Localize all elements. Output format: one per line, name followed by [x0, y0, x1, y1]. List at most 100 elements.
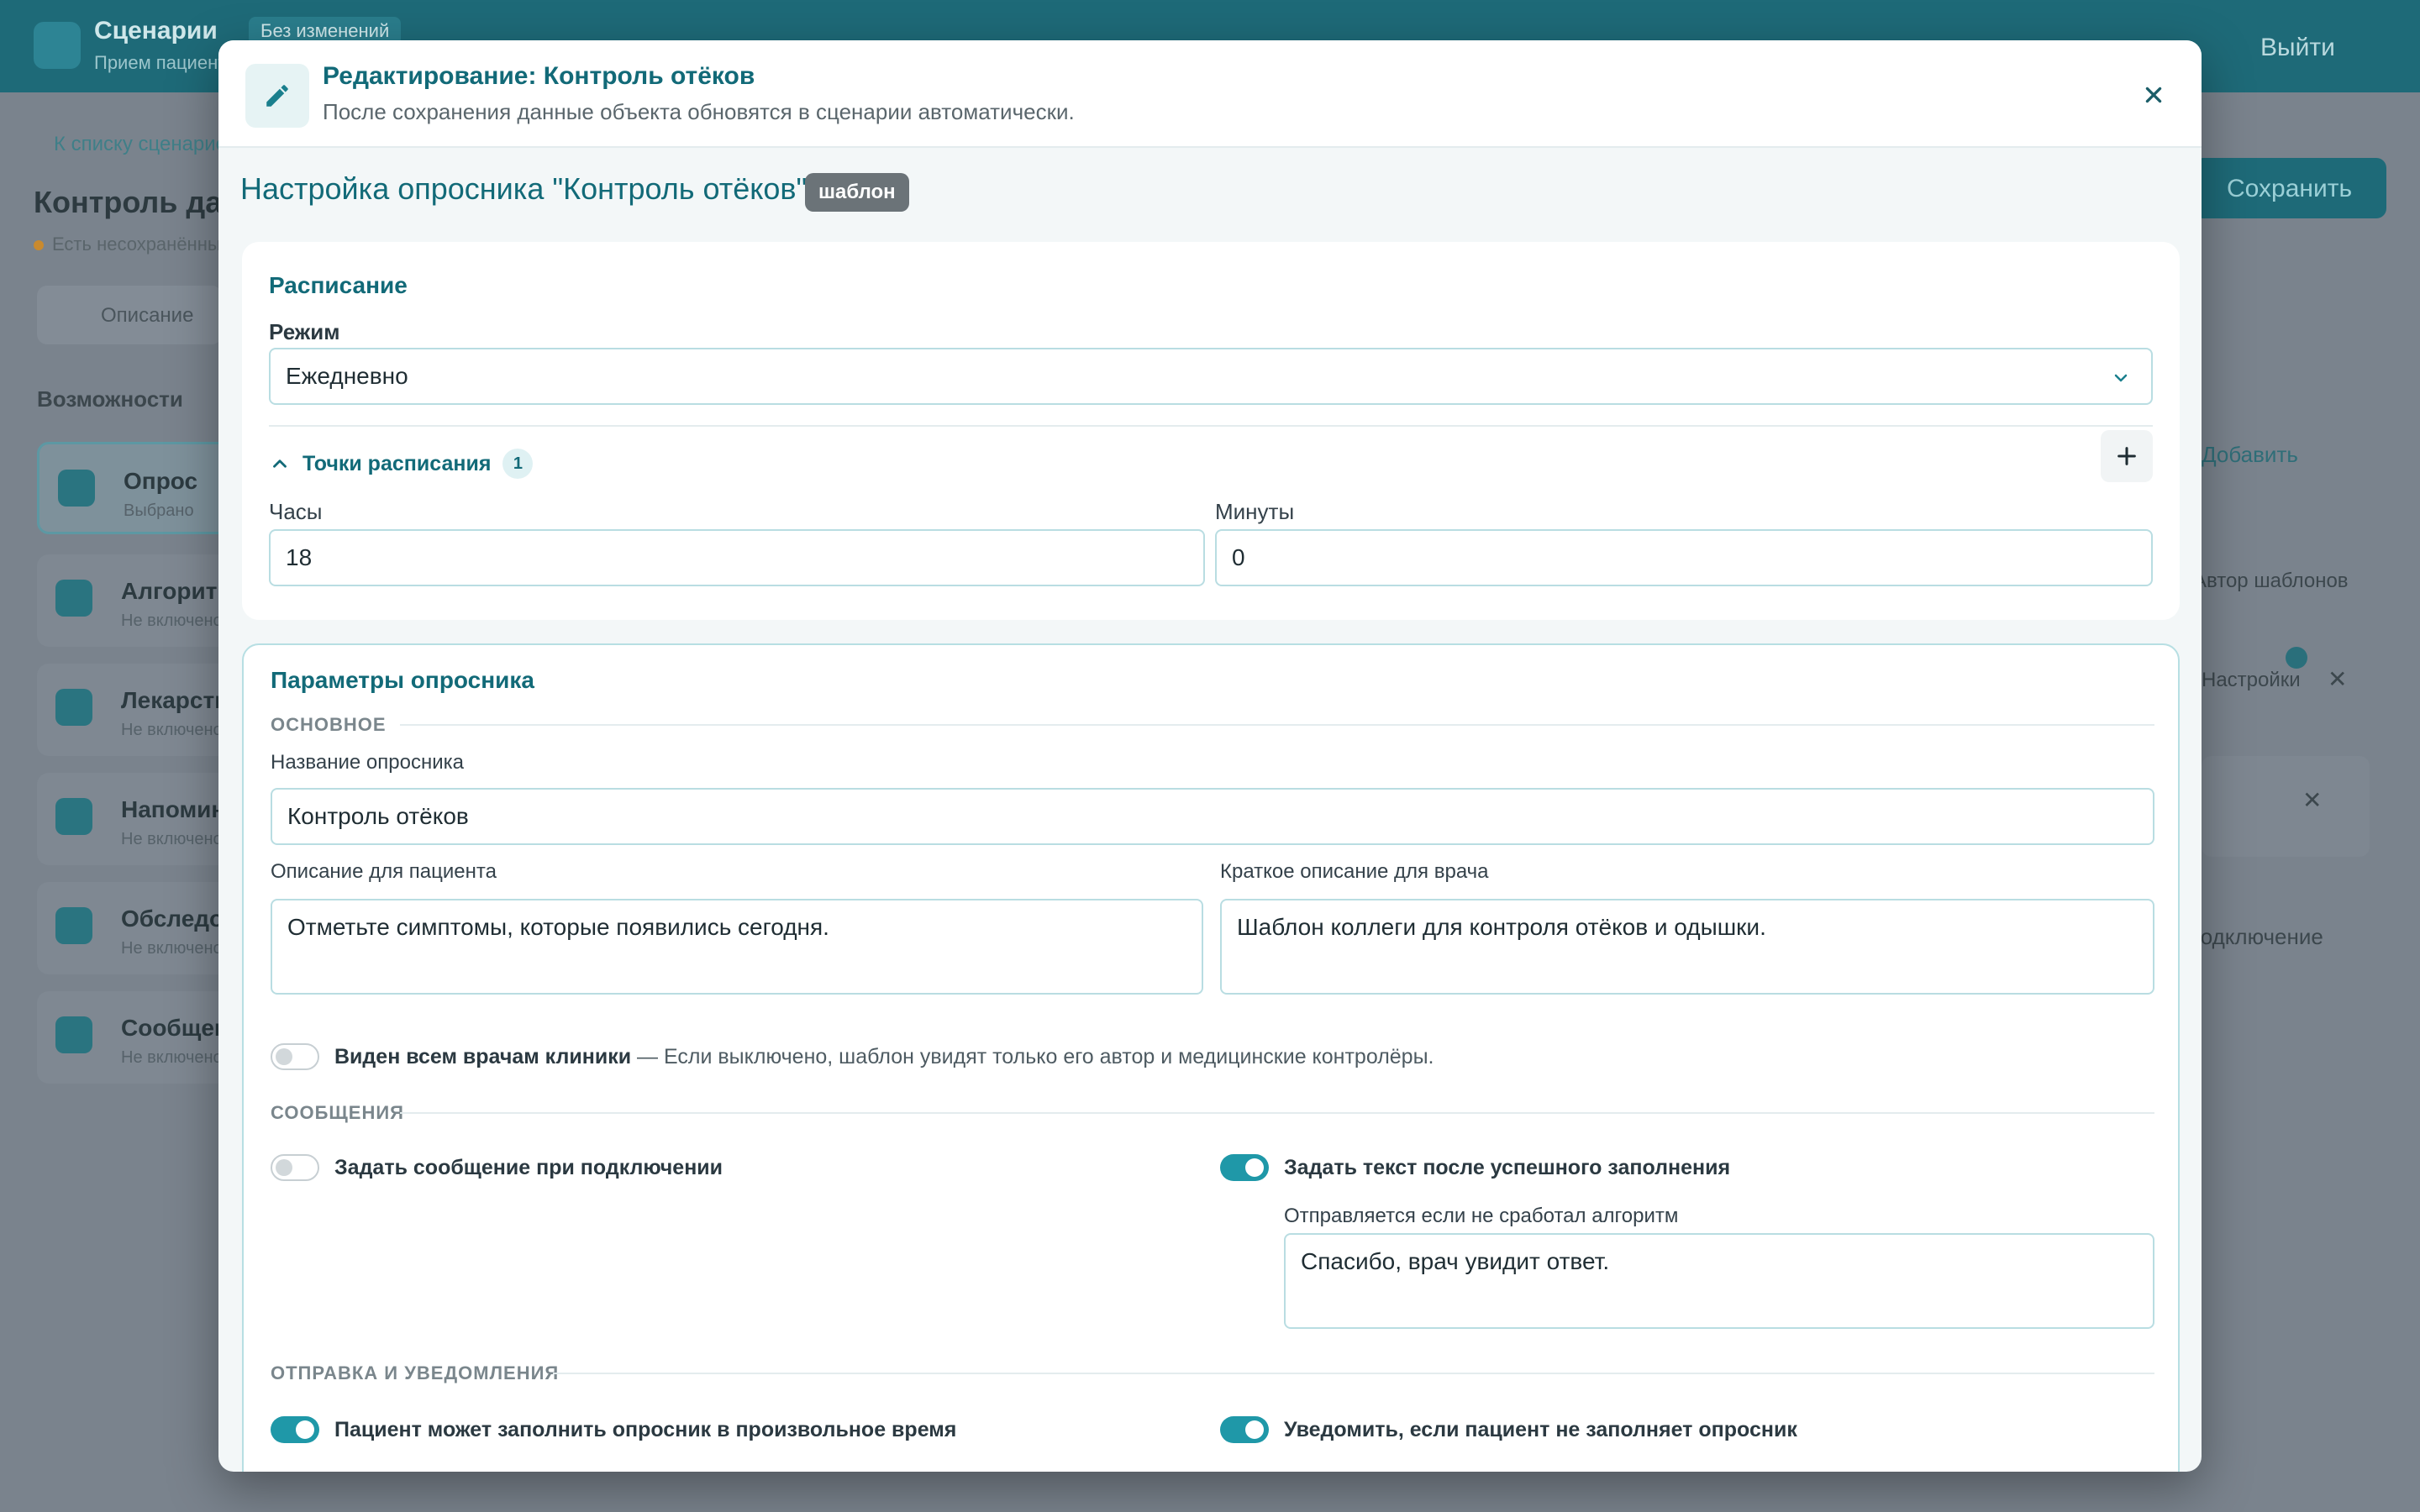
survey-name-value: Контроль отёков — [287, 803, 469, 829]
anytime-fill-toggle[interactable] — [271, 1416, 319, 1443]
feature-card-reminders[interactable]: Напоминания Не включено — [37, 773, 281, 865]
clipboard-icon — [55, 907, 92, 944]
page-title: Контроль дав — [34, 185, 241, 219]
section-messages: СООБЩЕНИЯ — [271, 1102, 404, 1123]
notify-not-filled-toggle[interactable] — [1220, 1416, 1269, 1443]
survey-name-input[interactable]: Контроль отёков — [271, 788, 2154, 845]
after-fill-textarea[interactable]: Спасибо, врач увидит ответ. — [1284, 1233, 2154, 1329]
notify-not-filled-label: Уведомить, если пациент не заполняет опр… — [1284, 1418, 1797, 1441]
minutes-value: 0 — [1232, 544, 1245, 570]
minutes-input[interactable]: 0 — [1215, 529, 2153, 586]
feature-card-title: Алгоритм — [121, 578, 235, 604]
template-author-link[interactable]: Автор шаблонов — [2193, 570, 2349, 593]
divider — [400, 1112, 2154, 1114]
save-button[interactable]: Сохранить — [2193, 158, 2386, 218]
feature-card-status: Не включено — [121, 939, 223, 958]
feature-card-title: Опрос — [124, 468, 198, 494]
feature-card-status: Не включено — [121, 612, 223, 630]
pill-icon — [55, 689, 92, 726]
params-title: Параметры опросника — [271, 667, 534, 693]
schedule-card: Расписание Режим Ежедневно Точки расписа… — [242, 242, 2180, 620]
hours-value: 18 — [286, 544, 313, 570]
connect-message-toggle[interactable] — [271, 1154, 319, 1181]
close-icon[interactable] — [2133, 74, 2175, 116]
chevron-up-icon — [273, 459, 287, 468]
logout-button[interactable]: Выйти — [2260, 34, 2335, 62]
feature-card-medications[interactable]: Лекарства Не включено — [37, 664, 242, 756]
pencil-icon — [245, 64, 309, 128]
feature-card-algorithm[interactable]: Алгоритм Не включено — [37, 554, 234, 647]
schedule-title: Расписание — [269, 272, 408, 298]
feature-card-survey[interactable]: Опрос Выбрано — [37, 442, 230, 534]
algorithm-icon — [55, 580, 92, 617]
feature-card-status: Выбрано — [124, 501, 194, 520]
modal-title: Редактирование: Контроль отёков — [323, 62, 755, 90]
section-notifications: ОТПРАВКА И УВЕДОМЛЕНИЯ — [271, 1362, 560, 1383]
bell-icon — [55, 798, 92, 835]
mode-label: Режим — [269, 319, 340, 344]
feature-card-status: Не включено — [121, 830, 223, 848]
plus-icon — [2118, 447, 2136, 465]
tab-description[interactable]: Описание — [37, 286, 222, 344]
modal-subtitle: После сохранения данные объекта обновятс… — [323, 99, 1075, 124]
hours-label: Часы — [269, 499, 323, 524]
survey-params-card: Параметры опросника ОСНОВНОЕ Название оп… — [242, 643, 2180, 1472]
template-badge: шаблон — [805, 173, 909, 212]
divider — [553, 1373, 2154, 1374]
after-fill-text-toggle[interactable] — [1220, 1154, 1269, 1181]
after-fill-value: Спасибо, врач увидит ответ. — [1301, 1248, 1610, 1274]
schedule-points-label: Точки расписания — [302, 451, 492, 475]
feature-card-status: Не включено — [121, 721, 223, 739]
chat-icon — [55, 1016, 92, 1053]
patient-description-value: Отметьте симптомы, которые появились сег… — [287, 914, 829, 940]
warning-dot-icon — [34, 240, 44, 250]
toggle-knob — [296, 1420, 314, 1439]
survey-name-label: Название опросника — [271, 751, 464, 774]
minutes-label: Минуты — [1215, 499, 1295, 524]
visible-to-all-description: — Если выключено, шаблон увидят только е… — [631, 1045, 1434, 1068]
config-title: Настройка опросника "Контроль отёков" — [240, 171, 808, 206]
back-link[interactable]: К списку сценариев — [54, 133, 238, 156]
toggle-knob — [1245, 1158, 1264, 1177]
patient-description-textarea[interactable]: Отметьте симптомы, которые появились сег… — [271, 899, 1203, 995]
visible-to-all-label: Виден всем врачам клиники — [334, 1045, 632, 1068]
notification-badge — [2286, 647, 2307, 669]
modal-header: Редактирование: Контроль отёков После со… — [218, 40, 2202, 148]
settings-link[interactable]: Настройки — [2202, 669, 2301, 692]
connect-message-label: Задать сообщение при подключении — [334, 1156, 723, 1179]
divider — [400, 724, 2154, 726]
patient-description-label: Описание для пациента — [271, 860, 497, 883]
visible-to-all-row: Виден всем врачам клиники — Если выключе… — [334, 1045, 1434, 1069]
hours-input[interactable]: 18 — [269, 529, 1205, 586]
connection-label: Подключение — [2185, 924, 2323, 949]
close-icon[interactable]: ✕ — [2328, 665, 2347, 693]
right-panel-card — [2202, 756, 2370, 857]
mode-value: Ежедневно — [286, 363, 408, 389]
add-button[interactable]: Добавить — [2202, 442, 2298, 468]
feature-card-status: Не включено — [121, 1048, 223, 1067]
app-title: Сценарии — [94, 17, 218, 45]
feature-card-messages[interactable]: Сообщения Не включено — [37, 991, 256, 1084]
after-fill-hint: Отправляется если не сработал алгоритм — [1284, 1205, 1679, 1227]
schedule-points-count: 1 — [502, 449, 534, 479]
doctor-description-value: Шаблон коллеги для контроля отёков и оды… — [1237, 914, 1766, 940]
edit-modal: Редактирование: Контроль отёков После со… — [218, 40, 2202, 1472]
toggle-knob — [1245, 1420, 1264, 1439]
features-heading: Возможности — [37, 386, 183, 412]
feature-card-exams[interactable]: Обследования Не включено — [37, 882, 293, 974]
chevron-down-icon — [2114, 374, 2128, 382]
visible-to-all-toggle[interactable] — [271, 1043, 319, 1070]
schedule-points-toggle[interactable]: Точки расписания 1 — [269, 449, 534, 479]
app-logo — [34, 22, 81, 69]
toggle-knob — [276, 1159, 292, 1176]
doctor-description-textarea[interactable]: Шаблон коллеги для контроля отёков и оды… — [1220, 899, 2154, 995]
section-basic: ОСНОВНОЕ — [271, 714, 387, 735]
toggle-knob — [276, 1048, 292, 1065]
doctor-description-label: Краткое описание для врача — [1220, 860, 1489, 883]
anytime-fill-label: Пациент может заполнить опросник в произ… — [334, 1418, 957, 1441]
survey-icon — [58, 470, 95, 507]
add-point-button[interactable] — [2101, 430, 2153, 482]
divider — [269, 425, 2153, 427]
mode-select[interactable]: Ежедневно — [269, 348, 2153, 405]
close-icon[interactable]: ✕ — [2302, 786, 2322, 814]
